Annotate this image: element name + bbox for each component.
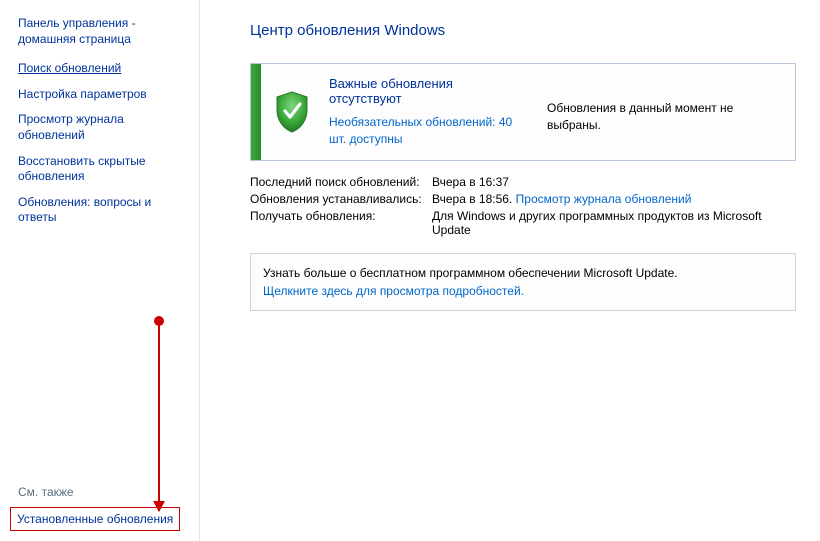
optional-updates-link[interactable]: Необязательных обновлений: 40 шт. доступ… bbox=[329, 114, 529, 148]
info-table: Последний поиск обновлений: Вчера в 16:3… bbox=[250, 175, 796, 237]
view-history-link[interactable]: Просмотр журнала обновлений bbox=[516, 192, 692, 206]
last-install-label: Обновления устанавливались: bbox=[250, 192, 432, 206]
status-selected-text: Обновления в данный момент не выбраны. bbox=[547, 100, 781, 134]
status-stripe bbox=[251, 64, 261, 160]
status-heading: Важные обновления отсутствуют bbox=[329, 76, 529, 106]
last-check-label: Последний поиск обновлений: bbox=[250, 175, 432, 189]
last-install-value: Вчера в 18:56. bbox=[432, 192, 512, 206]
annotation-arrow-icon bbox=[158, 321, 160, 511]
sidebar-link-faq[interactable]: Обновления: вопросы и ответы bbox=[18, 195, 185, 226]
receive-updates-value: Для Windows и других программных продукт… bbox=[432, 209, 796, 237]
status-box: Важные обновления отсутствуют Необязател… bbox=[250, 63, 796, 161]
page-title: Центр обновления Windows bbox=[250, 22, 796, 39]
main-content: Центр обновления Windows bbox=[200, 0, 820, 541]
last-check-value: Вчера в 16:37 bbox=[432, 175, 796, 189]
sidebar-link-view-history[interactable]: Просмотр журнала обновлений bbox=[18, 112, 185, 143]
control-panel-home-link[interactable]: Панель управления - домашняя страница bbox=[18, 16, 185, 47]
sidebar-link-settings[interactable]: Настройка параметров bbox=[18, 87, 185, 103]
sidebar-link-restore-hidden[interactable]: Восстановить скрытые обновления bbox=[18, 154, 185, 185]
learn-more-link[interactable]: Щелкните здесь для просмотра подробносте… bbox=[263, 284, 524, 298]
shield-icon bbox=[261, 64, 323, 160]
sidebar: Панель управления - домашняя страница По… bbox=[0, 0, 200, 541]
receive-updates-label: Получать обновления: bbox=[250, 209, 432, 237]
see-also-label: См. также bbox=[10, 485, 189, 499]
learn-more-box: Узнать больше о бесплатном программном о… bbox=[250, 253, 796, 311]
learn-more-text: Узнать больше о бесплатном программном о… bbox=[263, 264, 783, 282]
sidebar-link-search-updates[interactable]: Поиск обновлений bbox=[18, 61, 185, 77]
